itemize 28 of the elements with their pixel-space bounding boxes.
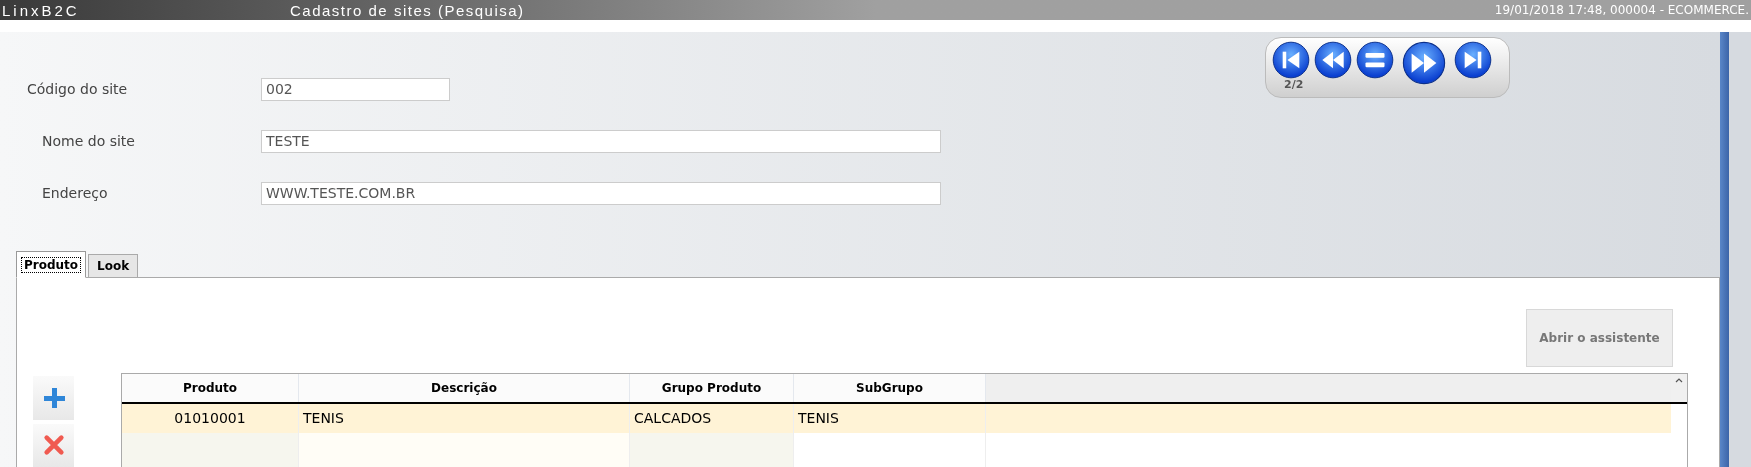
first-record-button[interactable] (1272, 41, 1310, 79)
next-record-button[interactable] (1402, 41, 1446, 85)
tab[interactable]: Produto (16, 251, 87, 278)
text-field[interactable]: WWW.TESTE.COM.BR (261, 181, 941, 205)
list-record-button[interactable] (1356, 41, 1394, 79)
window-title: Cadastro de sites (Pesquisa) (290, 2, 525, 18)
previous-record-button[interactable] (1314, 41, 1352, 79)
table-row[interactable]: 01010001 TENIS CALCADOS TENIS (122, 404, 1671, 433)
plus-icon (41, 385, 66, 410)
last-record-button[interactable] (1454, 41, 1492, 79)
session-info: 19/01/2018 17:48, 000004 - ECOMMERCE. (1494, 4, 1750, 16)
text-field[interactable]: 002 (261, 77, 450, 101)
add-button[interactable] (33, 376, 74, 420)
field-label: Nome do site (41, 131, 136, 151)
field-label: Endereço (41, 183, 109, 203)
column-header[interactable]: Descrição (299, 374, 630, 402)
scroll-up-icon[interactable] (1675, 378, 1683, 383)
tab[interactable]: Look (88, 254, 139, 278)
app-name: LinxB2C (1, 2, 81, 18)
wizard-button[interactable]: Abrir o assistente (1526, 309, 1673, 367)
field-label: Código do site (26, 79, 129, 99)
delete-button[interactable] (33, 423, 74, 467)
column-header[interactable]: Produto (122, 374, 299, 402)
text-field[interactable]: TESTE (261, 129, 941, 153)
column-header[interactable]: SubGrupo (794, 374, 986, 402)
column-header[interactable]: Grupo Produto (630, 374, 794, 402)
record-counter: 2/2 (1284, 76, 1304, 93)
delete-icon (42, 434, 65, 457)
